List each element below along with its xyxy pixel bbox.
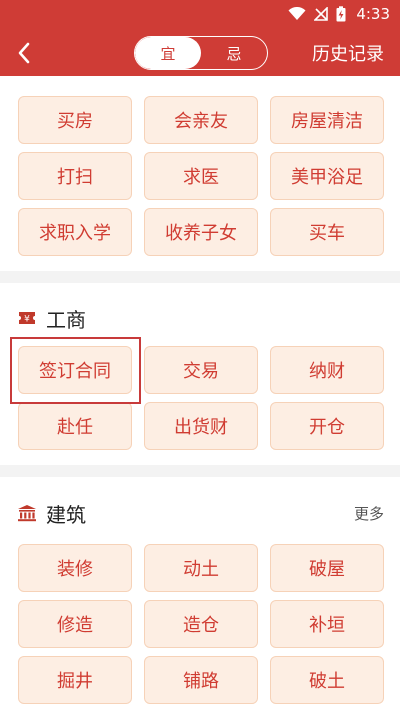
building-columns-icon [16,502,38,524]
section-title: 工商 [46,307,86,332]
wifi-icon [288,7,306,20]
history-button[interactable]: 历史记录 [312,40,384,66]
business-tag-grid: 签订合同 交易 纳财 赴任 出货财 开仓 [18,346,384,450]
tag-item[interactable]: 收养子女 [144,208,258,256]
section-header-construction: 建筑 更多 [16,497,384,529]
tag-item[interactable]: 美甲浴足 [270,152,384,200]
yi-ji-toggle: 宜 忌 [134,36,268,70]
svg-text:¥: ¥ [24,315,30,325]
tag-item[interactable]: 赴任 [18,402,132,450]
tag-item[interactable]: 打扫 [18,152,132,200]
tag-item[interactable]: 装修 [18,544,132,592]
clock: 4:33 [356,5,390,23]
status-bar: 4:33 [0,0,400,28]
tag-item[interactable]: 纳财 [270,346,384,394]
top-tag-grid: 买房 会亲友 房屋清洁 打扫 求医 美甲浴足 求职入学 收养子女 买车 [18,96,384,256]
tag-item[interactable]: 破屋 [270,544,384,592]
more-link[interactable]: 更多 [354,503,384,524]
tag-item[interactable]: 铺路 [144,656,258,704]
no-signal-icon [314,7,329,21]
tag-item[interactable]: 求医 [144,152,258,200]
tag-item[interactable]: 造仓 [144,600,258,648]
tag-item[interactable]: 会亲友 [144,96,258,144]
tag-item[interactable]: 交易 [144,346,258,394]
tag-item[interactable]: 动土 [144,544,258,592]
tag-item[interactable]: 出货财 [144,402,258,450]
tag-item[interactable]: 破土 [270,656,384,704]
tag-item[interactable]: 修造 [18,600,132,648]
section-divider [0,271,400,283]
battery-charging-icon [336,6,346,22]
tag-item[interactable]: 求职入学 [18,208,132,256]
money-ticket-icon: ¥ [16,307,38,329]
back-button[interactable] [10,38,38,68]
tag-item[interactable]: 掘井 [18,656,132,704]
section-header-business: ¥ 工商 [16,302,384,334]
chevron-left-icon [18,42,30,64]
tag-item[interactable]: 买房 [18,96,132,144]
tab-ji[interactable]: 忌 [201,37,267,69]
tab-yi[interactable]: 宜 [135,37,201,69]
section-divider [0,465,400,477]
tag-item[interactable]: 补垣 [270,600,384,648]
construction-tag-grid: 装修 动土 破屋 修造 造仓 补垣 掘井 铺路 破土 [18,544,384,704]
tag-item[interactable]: 房屋清洁 [270,96,384,144]
section-title: 建筑 [46,502,86,527]
tag-item[interactable]: 开仓 [270,402,384,450]
tag-item[interactable]: 买车 [270,208,384,256]
status-icons: 4:33 [288,5,390,23]
top-bar: 4:33 宜 忌 历史记录 [0,0,400,76]
tag-item[interactable]: 签订合同 [18,346,132,394]
